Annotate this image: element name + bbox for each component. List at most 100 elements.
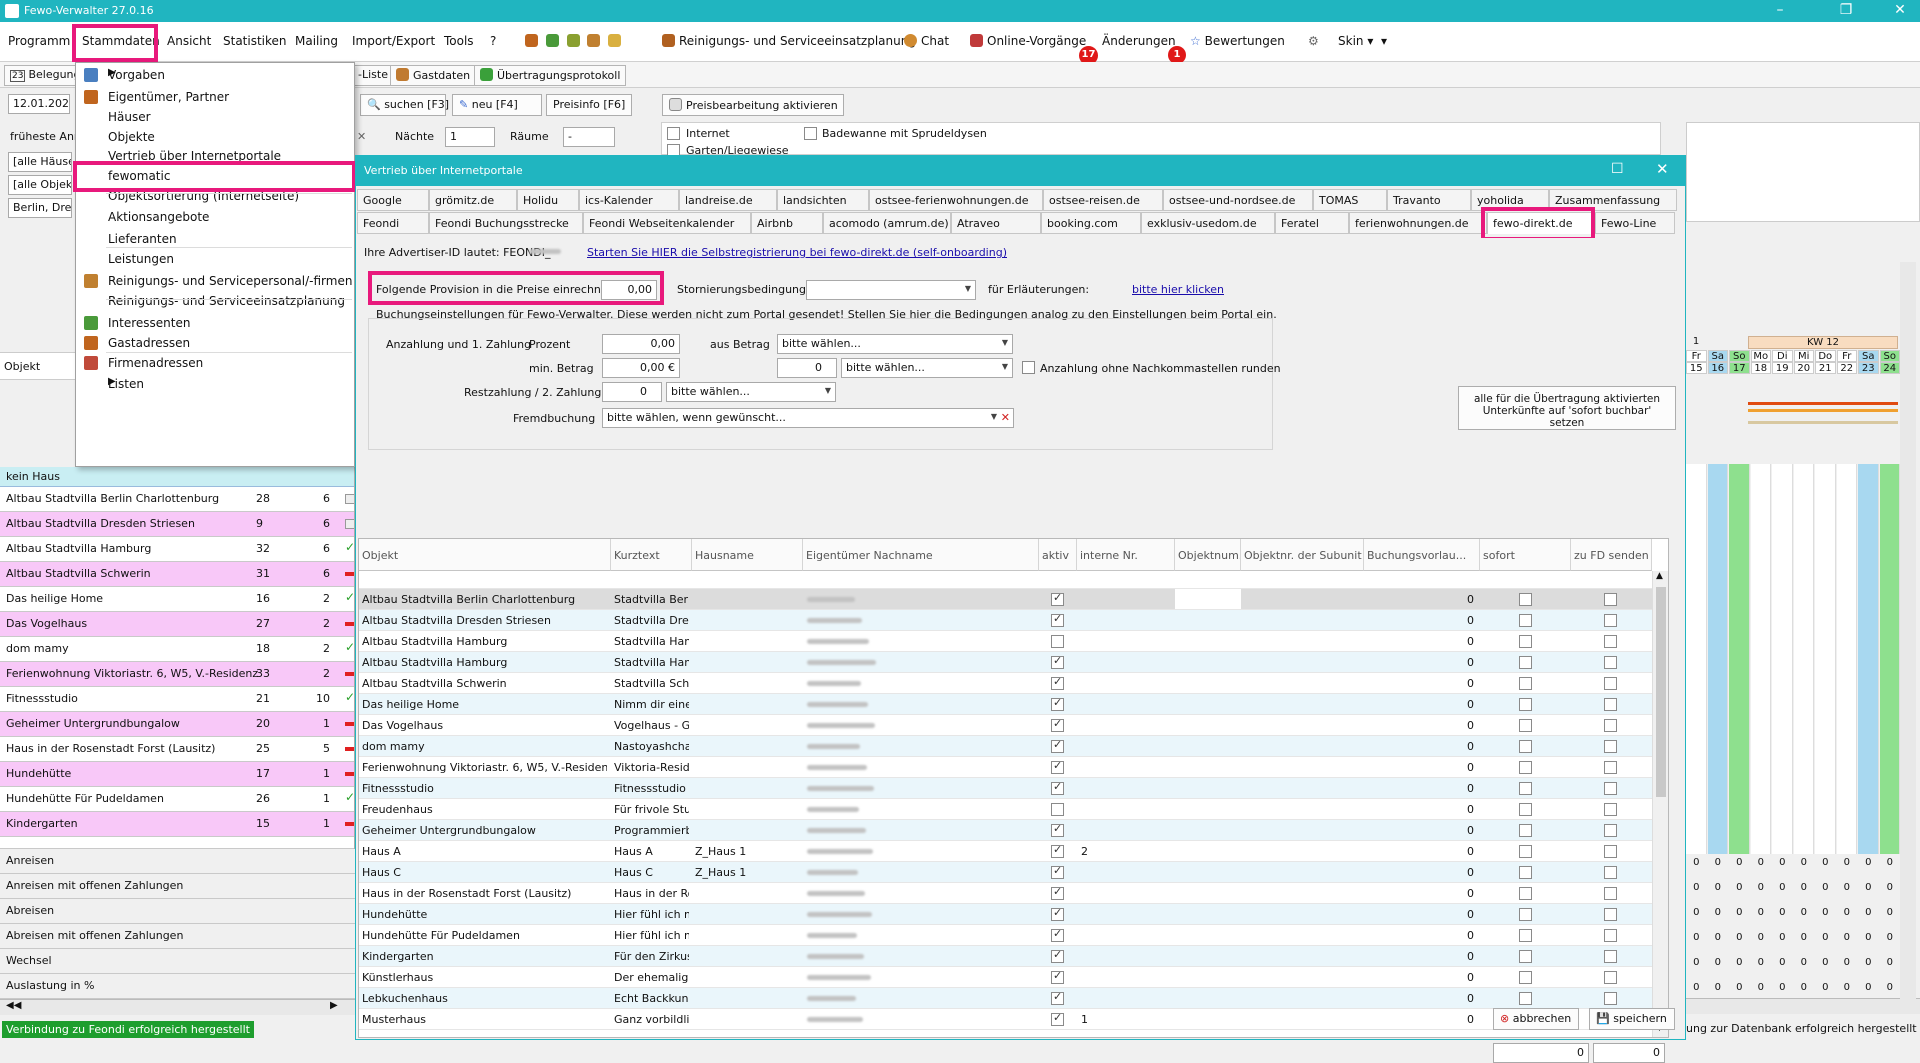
aktiv-checkbox[interactable]	[1051, 717, 1064, 732]
calendar-column[interactable]	[1858, 464, 1879, 854]
portal-tab[interactable]: exklusiv-usedom.de	[1141, 212, 1275, 234]
calendar-column[interactable]	[1879, 464, 1900, 854]
tab-gastdaten[interactable]: Gastdaten	[390, 65, 477, 86]
dropdown-item[interactable]: Aktionsangebote	[76, 205, 354, 229]
senden-checkbox[interactable]	[1604, 719, 1617, 732]
menu-help[interactable]: ?	[490, 34, 496, 48]
suchen-button[interactable]: 🔍 suchen [F3]	[360, 94, 449, 116]
menu-online-vorgaenge[interactable]: Online-Vorgänge	[970, 34, 1086, 48]
grid-header[interactable]: Objektnr. der Subunit	[1241, 539, 1364, 571]
calendar-column[interactable]	[1750, 464, 1771, 854]
senden-checkbox[interactable]	[1604, 929, 1617, 942]
aktiv-checkbox[interactable]	[1051, 906, 1064, 921]
grid-header[interactable]: aktiv	[1039, 539, 1077, 571]
preisbearbeitung-button[interactable]: Preisbearbeitung aktivieren	[662, 94, 844, 116]
staff-icon[interactable]	[587, 34, 601, 47]
calendar-hscrollbar[interactable]	[1686, 998, 1920, 1014]
portal-tab[interactable]: landsichten	[777, 189, 869, 211]
raeume-select[interactable]: -	[563, 127, 615, 147]
aktiv-checkbox[interactable]	[1051, 591, 1064, 606]
portal-tab[interactable]: acomodo (amrum.de)	[823, 212, 951, 234]
senden-checkbox[interactable]	[1604, 845, 1617, 858]
grid-row[interactable]: Ferienwohnung Viktoriastr. 6, W5, V.-Res…	[359, 757, 1668, 778]
sofort-checkbox[interactable]	[1519, 761, 1532, 774]
dropdown-item[interactable]: Vorgaben ▶	[76, 63, 354, 87]
clipboard-icon[interactable]	[608, 34, 622, 47]
ausbetrag-select[interactable]: bitte wählen... ▼	[777, 334, 1013, 354]
portal-tab[interactable]: Travanto	[1387, 189, 1471, 211]
sofort-checkbox[interactable]	[1519, 887, 1532, 900]
aktiv-checkbox[interactable]	[1051, 864, 1064, 879]
portal-tab[interactable]: Feondi Webseitenkalender	[583, 212, 751, 234]
storno-select[interactable]: ▼	[806, 280, 976, 300]
portal-tab[interactable]: ostsee-und-nordsee.de	[1163, 189, 1313, 211]
settings-icon[interactable]: ⚙	[1308, 34, 1319, 48]
nachkomma-checkbox[interactable]	[1022, 361, 1035, 374]
naechte-input[interactable]: 1	[445, 127, 495, 147]
menu-tools[interactable]: Tools	[444, 34, 474, 48]
calendar-column[interactable]	[1793, 464, 1814, 854]
senden-checkbox[interactable]	[1604, 803, 1617, 816]
portal-tab[interactable]: Fewo-Line	[1595, 212, 1675, 234]
senden-checkbox[interactable]	[1604, 656, 1617, 669]
dropdown-item[interactable]: Listen ▶	[76, 372, 354, 396]
portal-tab[interactable]: ostsee-ferienwohnungen.de	[869, 189, 1043, 211]
haus-row[interactable]: Ferienwohnung Viktoriastr. 6, W5, V.-Res…	[0, 662, 354, 687]
partner-icon[interactable]	[525, 34, 538, 47]
menu-reinigung[interactable]: Reinigungs- und Serviceeinsatzplanung	[662, 34, 916, 48]
calendar-column[interactable]	[1772, 464, 1793, 854]
aktiv-checkbox[interactable]	[1051, 780, 1064, 795]
senden-checkbox[interactable]	[1604, 782, 1617, 795]
portal-tab[interactable]: ics-Kalender	[579, 189, 679, 211]
restore-icon[interactable]: ❐	[1826, 2, 1866, 18]
scroll-left-icon[interactable]: ◀◀	[6, 1000, 21, 1011]
aktiv-checkbox[interactable]	[1051, 927, 1064, 942]
grid-row[interactable]: Altbau Stadtvilla Dresden Striesen Stadtv…	[359, 610, 1668, 631]
menu-statistiken[interactable]: Statistiken	[223, 34, 287, 48]
prozent-input[interactable]: 0,00	[602, 334, 680, 354]
calendar-column[interactable]	[1836, 464, 1857, 854]
grid-objektnum-cell[interactable]	[1175, 589, 1241, 609]
dropdown-item[interactable]: Reinigungs- und Serviceeinsatzplanung	[76, 289, 354, 313]
senden-checkbox[interactable]	[1604, 866, 1617, 879]
calendar-column[interactable]	[1707, 464, 1728, 854]
aktiv-checkbox[interactable]	[1051, 885, 1064, 900]
grid-row[interactable]: Fitnessstudio Fitnessstudio 0	[359, 778, 1668, 799]
tab-protokoll[interactable]: Übertragungsprotokoll	[474, 65, 627, 86]
grid-row[interactable]: Das Vogelhaus Vogelhaus - Gree... 0	[359, 715, 1668, 736]
aktiv-checkbox[interactable]	[1051, 696, 1064, 711]
menu-mailing[interactable]: Mailing	[295, 34, 338, 48]
grid-row[interactable]: Geheimer Untergrundbungalow Programmierba…	[359, 820, 1668, 841]
sofort-checkbox[interactable]	[1519, 908, 1532, 921]
haus-row[interactable]: Geheimer Untergrundbungalow 20 1	[0, 712, 354, 737]
sofort-checkbox[interactable]	[1519, 824, 1532, 837]
haus-row[interactable]: Kindergarten 15 1	[0, 812, 354, 837]
senden-checkbox[interactable]	[1604, 971, 1617, 984]
sofort-checkbox[interactable]	[1519, 803, 1532, 816]
sofort-checkbox[interactable]	[1519, 656, 1532, 669]
grid-row[interactable]: Haus C Haus C Z_Haus 1 0	[359, 862, 1668, 883]
minimize-icon[interactable]: –	[1760, 2, 1800, 18]
senden-checkbox[interactable]	[1604, 614, 1617, 627]
sofort-checkbox[interactable]	[1519, 971, 1532, 984]
badewanne-checkbox[interactable]	[804, 127, 817, 140]
aktiv-checkbox[interactable]	[1051, 654, 1064, 669]
sofort-checkbox[interactable]	[1519, 677, 1532, 690]
scroll-right-icon[interactable]: ▶	[330, 1000, 338, 1011]
haus-row[interactable]: Altbau Stadtvilla Hamburg 32 6 ✓	[0, 537, 354, 562]
scroll-up-icon[interactable]: ▲	[1656, 571, 1663, 581]
aktiv-checkbox[interactable]	[1051, 759, 1064, 774]
sofort-buchbar-button[interactable]: alle für die Übertragung aktivierten Unt…	[1458, 386, 1676, 430]
calendar-column[interactable]	[1815, 464, 1836, 854]
clear-icon[interactable]: ✕	[357, 130, 366, 143]
portal-tab[interactable]: Google	[357, 189, 429, 211]
grid-row[interactable]: Musterhaus Ganz vorbildlich 1 0	[359, 1009, 1668, 1030]
menu-chat[interactable]: Chat	[904, 34, 949, 48]
grid-header[interactable]: sofort	[1480, 539, 1571, 571]
sofort-checkbox[interactable]	[1519, 845, 1532, 858]
aktiv-checkbox[interactable]	[1051, 612, 1064, 627]
senden-checkbox[interactable]	[1604, 635, 1617, 648]
aktiv-checkbox[interactable]	[1051, 675, 1064, 690]
sofort-checkbox[interactable]	[1519, 635, 1532, 648]
grid-header[interactable]: Kurztext	[611, 539, 692, 571]
